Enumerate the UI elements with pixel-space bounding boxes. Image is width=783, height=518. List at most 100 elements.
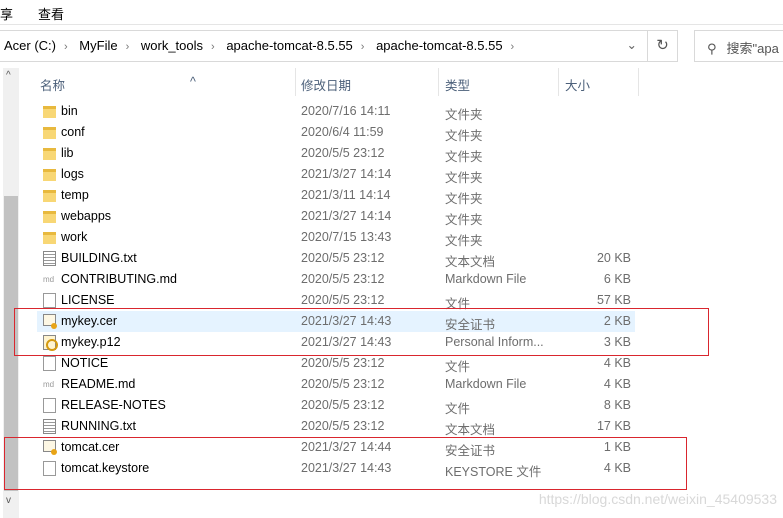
file-row[interactable]: RUNNING.txt 2020/5/5 23:12 文本文档 17 KB (37, 416, 635, 437)
file-type: 文件夹 (445, 129, 483, 143)
file-row[interactable]: work 2020/7/15 13:43 文件夹 (37, 227, 635, 248)
file-name: CONTRIBUTING.md (61, 272, 177, 286)
file-icon (43, 398, 56, 413)
file-icon (43, 356, 56, 371)
file-name: conf (61, 125, 85, 139)
chevron-right-icon: › (360, 41, 365, 53)
ribbon-tab-share[interactable]: 享 (0, 4, 13, 23)
file-name: README.md (61, 377, 136, 391)
address-bar[interactable]: Acer (C:) › MyFile › work_tools › apache-to… (0, 30, 648, 62)
file-date: 2020/5/5 23:12 (301, 356, 385, 370)
breadcrumb-item[interactable]: Acer (C:) (4, 38, 56, 53)
file-type: 文本文档 (445, 255, 496, 269)
breadcrumb-item[interactable]: apache-tomcat-8.5.55 (376, 38, 502, 53)
file-date: 2020/6/4 11:59 (301, 125, 384, 139)
file-name: bin (61, 104, 78, 118)
chevron-right-icon: › (211, 41, 215, 53)
breadcrumb-item[interactable]: apache-tomcat-8.5.55 (226, 38, 352, 53)
file-name: logs (61, 167, 84, 181)
chevron-right-icon: › (64, 41, 68, 53)
file-date: 2020/5/5 23:12 (301, 272, 385, 286)
file-icon (43, 293, 56, 308)
file-name: lib (61, 146, 74, 160)
folder-icon (43, 127, 56, 139)
file-type: 文件夹 (445, 171, 483, 185)
md-icon: md (43, 275, 55, 284)
chevron-right-icon: › (125, 41, 130, 53)
file-row[interactable]: logs 2021/3/27 14:14 文件夹 (37, 164, 635, 185)
file-date: 2020/5/5 23:12 (301, 377, 385, 391)
file-row[interactable]: BUILDING.txt 2020/5/5 23:12 文本文档 20 KB (37, 248, 635, 269)
file-size: 8 KB (603, 398, 631, 412)
md-icon: md (43, 380, 55, 389)
file-name: RELEASE-NOTES (61, 398, 166, 412)
file-size: 57 KB (596, 293, 631, 307)
breadcrumb-item[interactable]: work_tools (141, 38, 203, 53)
file-date: 2020/5/5 23:12 (301, 419, 385, 433)
file-date: 2020/5/5 23:12 (301, 146, 385, 160)
txt-icon (43, 419, 56, 434)
file-name: temp (61, 188, 89, 202)
file-type: 文件夹 (445, 150, 483, 164)
highlight-box (14, 308, 709, 356)
file-name: webapps (61, 209, 112, 223)
folder-icon (43, 190, 56, 202)
ribbon-tab-view[interactable]: 查看 (38, 4, 64, 23)
file-size: 17 KB (596, 419, 631, 433)
file-type: Markdown File (445, 272, 527, 286)
watermark: https://blog.csdn.net/weixin_45409533 (538, 491, 777, 507)
folder-icon (43, 211, 56, 223)
file-type: 文件夹 (445, 108, 483, 122)
file-type: 文件夹 (445, 213, 483, 227)
file-size: 20 KB (596, 251, 631, 265)
file-name: work (61, 230, 88, 244)
folder-icon (43, 169, 56, 181)
file-name: NOTICE (61, 356, 109, 370)
column-header: ^ 名称 修改日期 类型 大小 (30, 68, 640, 96)
file-type: 文本文档 (445, 423, 496, 437)
ribbon: 享 查看 (0, 0, 783, 25)
scroll-up-icon[interactable]: ^ (6, 70, 11, 81)
column-type[interactable]: 类型 (445, 75, 470, 94)
refresh-icon: ↻ (656, 37, 669, 54)
file-row[interactable]: bin 2020/7/16 14:11 文件夹 (37, 101, 635, 122)
column-date[interactable]: 修改日期 (301, 75, 351, 94)
file-size: 4 KB (603, 377, 631, 391)
file-row[interactable]: RELEASE-NOTES 2020/5/5 23:12 文件 8 KB (37, 395, 635, 416)
file-date: 2021/3/11 14:14 (301, 188, 391, 202)
sort-ascending-icon: ^ (190, 75, 196, 89)
file-size: 4 KB (603, 356, 631, 370)
file-name: BUILDING.txt (61, 251, 137, 265)
column-size[interactable]: 大小 (565, 75, 590, 94)
file-row[interactable]: lib 2020/5/5 23:12 文件夹 (37, 143, 635, 164)
file-date: 2020/7/15 13:43 (301, 230, 392, 244)
scroll-down-icon[interactable]: v (6, 495, 11, 506)
file-row[interactable]: NOTICE 2020/5/5 23:12 文件 4 KB (37, 353, 635, 374)
search-icon: ⚲ (707, 41, 717, 56)
file-type: 文件夹 (445, 234, 483, 248)
file-type: 文件 (445, 360, 471, 374)
file-name: RUNNING.txt (61, 419, 136, 433)
file-row[interactable]: md CONTRIBUTING.md 2020/5/5 23:12 Markdo… (37, 269, 635, 290)
txt-icon (43, 251, 56, 266)
refresh-button[interactable]: ↻ (648, 30, 678, 62)
file-date: 2020/5/5 23:12 (301, 251, 385, 265)
file-size: 6 KB (603, 272, 631, 286)
column-name[interactable]: 名称 (40, 75, 65, 94)
file-date: 2020/5/5 23:12 (301, 293, 385, 307)
file-type: 文件夹 (445, 192, 483, 206)
file-row[interactable]: temp 2021/3/11 14:14 文件夹 (37, 185, 635, 206)
history-dropdown-icon[interactable]: ⌄ (627, 37, 637, 52)
folder-icon (43, 106, 56, 118)
file-type: 文件 (445, 402, 471, 416)
file-date: 2020/5/5 23:12 (301, 398, 385, 412)
breadcrumb: Acer (C:) › MyFile › work_tools › apache-to… (4, 38, 522, 53)
file-row[interactable]: conf 2020/6/4 11:59 文件夹 (37, 122, 635, 143)
search-input[interactable]: ⚲ 搜索"apa (694, 30, 783, 62)
file-row[interactable]: md README.md 2020/5/5 23:12 Markdown Fil… (37, 374, 635, 395)
breadcrumb-item[interactable]: MyFile (79, 38, 117, 53)
file-row[interactable]: webapps 2021/3/27 14:14 文件夹 (37, 206, 635, 227)
file-date: 2020/7/16 14:11 (301, 104, 391, 118)
chevron-right-icon: › (510, 41, 515, 53)
folder-icon (43, 148, 56, 160)
